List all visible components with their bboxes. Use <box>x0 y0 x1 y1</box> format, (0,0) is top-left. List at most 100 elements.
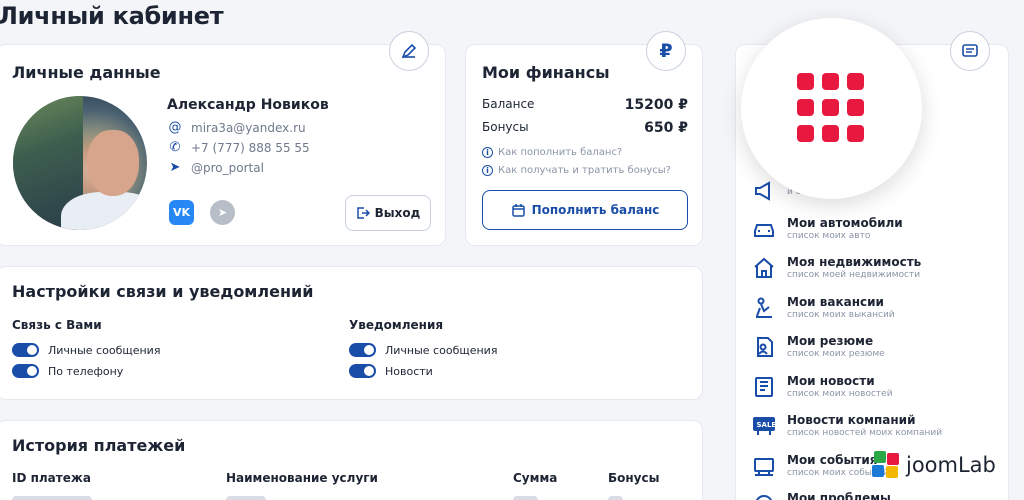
topup-help-link[interactable]: i Как пополнить баланс? <box>482 147 622 158</box>
at-icon: @ <box>168 120 182 135</box>
email-row: @ mira3a@yandex.ru <box>167 120 306 135</box>
brand-logo: joomLab <box>872 451 996 479</box>
logout-label: Выход <box>374 206 421 220</box>
ruble-icon: ₽ <box>659 40 673 62</box>
events-icon <box>754 458 774 476</box>
menu-item-news[interactable]: Мои новости список моих новостей <box>752 374 893 400</box>
toggle-label: Новости <box>385 364 433 378</box>
avatar[interactable] <box>13 96 147 230</box>
pen-icon <box>401 43 417 59</box>
topup-help-label: Как пополнить баланс? <box>498 147 623 158</box>
currency-button[interactable]: ₽ <box>646 31 686 71</box>
balance-row: Балансе 15200 ₽ <box>482 97 688 113</box>
house-icon <box>754 257 774 278</box>
menu-item-title: Мои проблемы <box>787 491 891 500</box>
page-title: Личный кабинет <box>0 2 224 30</box>
menu-item-sub: список моих выкансий <box>787 310 895 320</box>
menu-item-vacancies[interactable]: Мои вакансии список моих выкансий <box>752 295 895 321</box>
topup-label: Пополнить баланс <box>531 203 660 217</box>
toggle-contact-phone[interactable]: По телефону <box>12 364 123 378</box>
menu-item-title: Мои автомобили <box>787 216 903 230</box>
toggle-switch[interactable] <box>349 364 376 378</box>
info-icon: i <box>482 165 493 176</box>
column-header-amount[interactable]: Сумма <box>513 471 557 485</box>
menu-item-resume[interactable]: Мои резюме список моих резюме <box>752 334 885 360</box>
bonus-help-label: Как получать и тратить бонусы? <box>498 165 671 176</box>
list-icon <box>962 44 978 57</box>
toggle-notify-messages[interactable]: Личные сообщения <box>349 343 497 357</box>
vk-link[interactable]: VK <box>169 200 194 225</box>
email-value: mira3a@yandex.ru <box>191 120 306 135</box>
sale-icon: SALE <box>753 417 777 435</box>
problem-icon <box>755 495 773 500</box>
resume-icon <box>757 337 773 357</box>
menu-item-title: Мои новости <box>787 374 875 388</box>
toggle-label: Личные сообщения <box>48 343 161 357</box>
bonus-value: 650 ₽ <box>644 120 688 136</box>
phone-value: +7 (777) 888 55 55 <box>191 140 310 155</box>
table-row <box>226 496 266 500</box>
phone-row: ✆ +7 (777) 888 55 55 <box>167 140 310 155</box>
brand-name: joomLab <box>906 453 996 477</box>
toggle-switch[interactable] <box>12 364 39 378</box>
toggle-notify-news[interactable]: Новости <box>349 364 433 378</box>
balance-value: 15200 ₽ <box>624 97 688 113</box>
menu-item-sub: список новостей моих компаний <box>787 428 943 438</box>
menu-item-realty[interactable]: Моя недвижимость список моей недвижимости <box>752 255 921 281</box>
logout-icon <box>356 207 370 219</box>
menu-item-sub: список моих авто <box>787 231 871 241</box>
brand-squares-icon <box>872 451 900 479</box>
table-row <box>608 496 623 500</box>
telegram-link[interactable]: ➤ <box>210 200 235 225</box>
bonus-label: Бонусы <box>482 120 529 134</box>
column-header-id[interactable]: ID платежа <box>12 471 91 485</box>
telegram-value: @pro_portal <box>191 160 264 175</box>
table-row <box>12 496 92 500</box>
megaphone-icon <box>755 181 770 201</box>
menu-item-sub: список моих новостей <box>787 389 893 399</box>
personal-data-card: Личные данные Александр Новиков @ mira3a… <box>0 31 446 246</box>
column-header-bonus[interactable]: Бонусы <box>608 471 659 485</box>
payment-history-title: История платежей <box>12 436 186 455</box>
finance-card: Мои финансы ₽ Балансе 15200 ₽ Бонусы 650… <box>465 31 703 246</box>
wallet-icon <box>511 203 525 217</box>
toggle-label: По телефону <box>48 364 124 378</box>
balance-label: Балансе <box>482 97 535 111</box>
menu-item-sub: список моей недвижимости <box>787 270 921 280</box>
menu-item-cars[interactable]: Мои автомобили список моих авто <box>752 216 903 242</box>
finance-title: Мои финансы <box>482 63 610 82</box>
toggle-label: Личные сообщения <box>385 343 498 357</box>
car-icon <box>754 224 774 237</box>
menu-item-title: Мои вакансии <box>787 295 884 309</box>
edit-profile-button[interactable] <box>389 31 429 71</box>
grid-menu-icon <box>797 73 865 143</box>
logout-button[interactable]: Выход <box>345 195 431 231</box>
menu-grid-magnifier[interactable] <box>741 18 922 199</box>
notify-column-title: Уведомления <box>349 318 444 332</box>
menu-item-title: Моя недвижимость <box>787 255 922 269</box>
table-row <box>513 496 538 500</box>
menu-item-company-news[interactable]: SALE Новости компаний список новостей мои… <box>752 413 942 439</box>
payment-history-card: История платежей ID платежа Наименование… <box>0 420 703 500</box>
bonus-row: Бонусы 650 ₽ <box>482 120 688 136</box>
svg-text:SALE: SALE <box>757 421 777 429</box>
menu-item-sub: список моих резюме <box>787 349 885 359</box>
toggle-switch[interactable] <box>349 343 376 357</box>
worker-icon <box>756 297 772 318</box>
topup-button[interactable]: Пополнить баланс <box>482 190 688 230</box>
toggle-contact-messages[interactable]: Личные сообщения <box>12 343 160 357</box>
bonus-help-link[interactable]: i Как получать и тратить бонусы? <box>482 165 671 176</box>
menu-item-problems[interactable]: Мои проблемы <box>752 491 891 500</box>
phone-icon: ✆ <box>169 140 181 155</box>
notification-settings-title: Настройки связи и уведомлений <box>12 282 314 301</box>
notification-settings-card: Настройки связи и уведомлений Связь с Ва… <box>0 266 703 400</box>
menu-item-events[interactable]: Мои события список моих событий <box>752 453 889 479</box>
info-icon: i <box>482 147 493 158</box>
user-name: Александр Новиков <box>167 97 329 113</box>
toggle-switch[interactable] <box>12 343 39 357</box>
menu-item-title: Мои резюме <box>787 334 874 348</box>
telegram-social-icon: ➤ <box>217 206 228 219</box>
menu-list-button[interactable] <box>950 31 990 71</box>
personal-data-title: Личные данные <box>12 63 161 82</box>
column-header-service[interactable]: Наименование услуги <box>226 471 378 485</box>
